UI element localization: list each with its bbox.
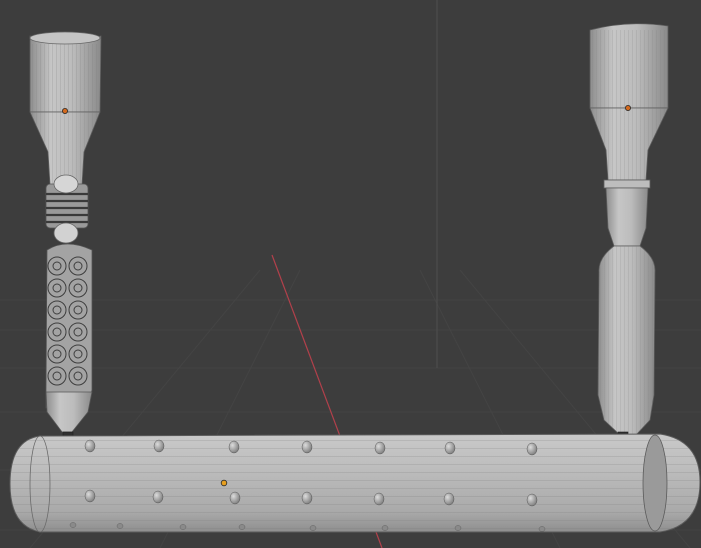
handle-right[interactable] [589, 23, 669, 453]
3d-viewport[interactable] [0, 0, 701, 548]
origin-marker-left[interactable] [62, 108, 69, 115]
origin-marker-right[interactable] [625, 105, 632, 112]
viewport-scene[interactable] [0, 0, 701, 548]
roller-body[interactable] [9, 433, 701, 533]
origin-marker-selected[interactable] [220, 479, 228, 487]
handle-left[interactable] [29, 31, 102, 451]
